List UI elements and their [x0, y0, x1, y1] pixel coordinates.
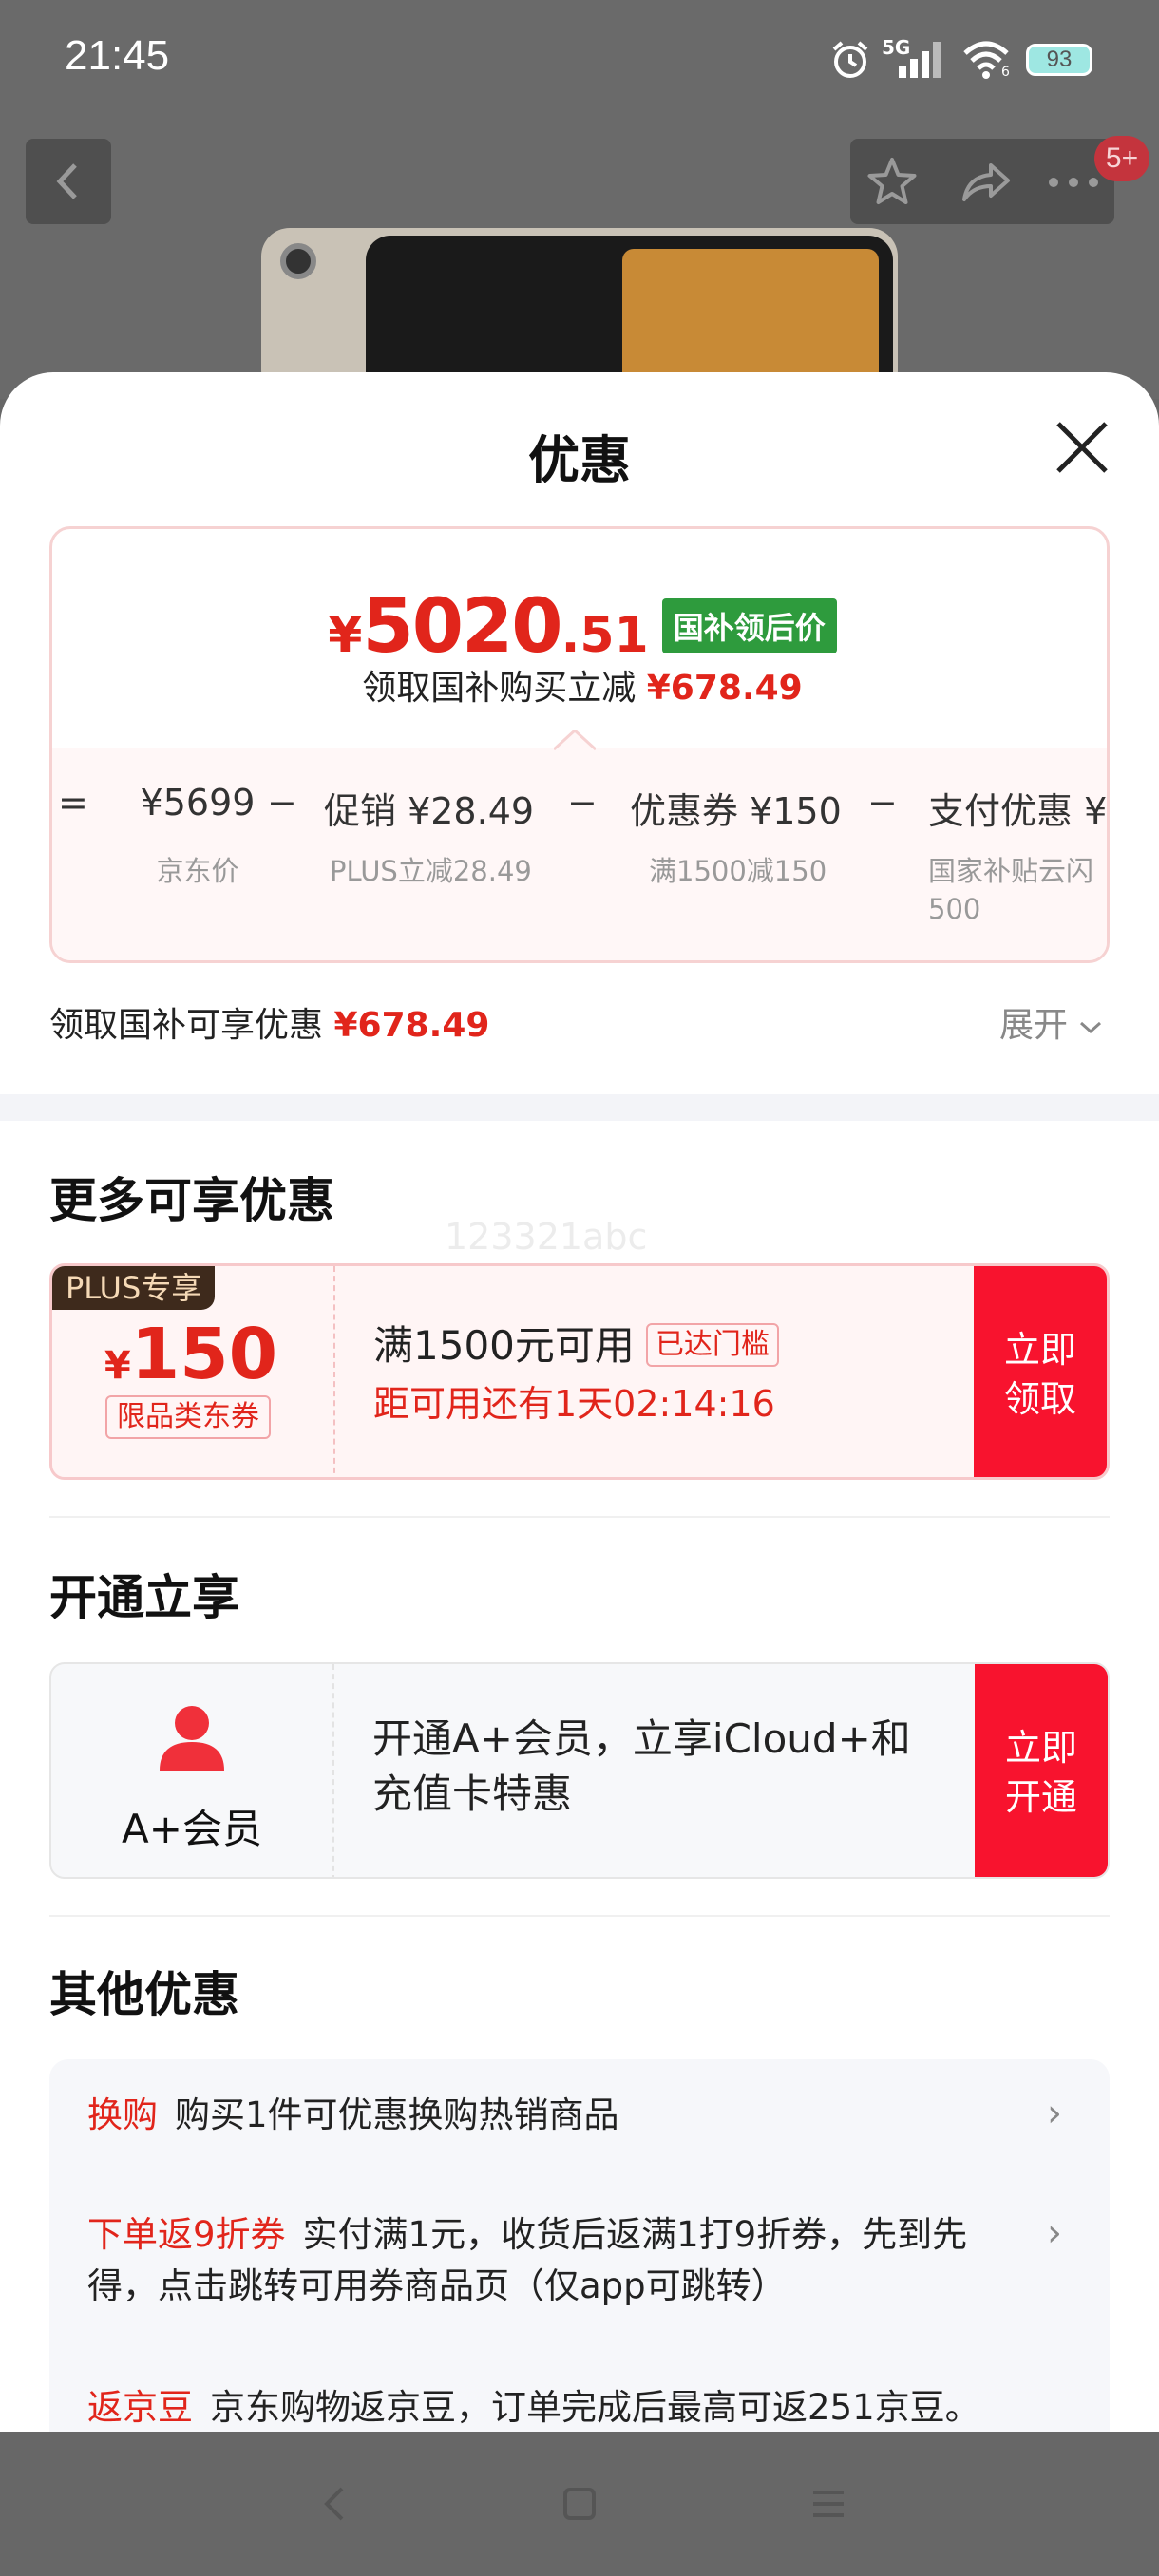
nav-actions — [850, 139, 1114, 224]
close-icon[interactable] — [1053, 418, 1112, 477]
breakdown-op-equals: = — [58, 782, 88, 824]
breakdown-promotion-label: PLUS立减28.49 — [330, 855, 532, 887]
member-card: A+会员 开通A+会员，立享iCloud+和充值卡特惠 立即开通 — [49, 1662, 1110, 1879]
breakdown-jd-price-label: 京东价 — [156, 855, 239, 887]
status-time: 21:45 — [65, 32, 170, 79]
breakdown-coupon: 优惠券 ¥150 — [630, 790, 842, 832]
breakdown-coupon-label: 满1500减150 — [649, 855, 827, 887]
section-title-other: 其他优惠 — [49, 1967, 239, 2022]
member-description: 开通A+会员，立享iCloud+和充值卡特惠 — [372, 1715, 911, 1817]
coupon-card: PLUS专享 ¥150 限品类东券 满1500元可用 已达门槛 距可用还有1天02… — [49, 1263, 1110, 1480]
sheet-title: 优惠 — [528, 430, 631, 490]
offer-item-jingdou[interactable]: 返京豆 京东购物返京豆，订单完成后最高可返251京豆。 — [87, 2382, 1028, 2432]
price-decimal: .51 — [560, 607, 649, 664]
breakdown-promotion: 促销 ¥28.49 — [324, 790, 535, 832]
message-badge: 5+ — [1094, 136, 1150, 181]
other-offers-list: 换购 购买1件可优惠换购热销商品 › 下单返9折券 实付满1元，收货后返满1打9折券… — [49, 2059, 1110, 2432]
coupon-divider — [333, 1266, 335, 1477]
section-title-open: 开通立享 — [49, 1570, 239, 1625]
plus-exclusive-tag: PLUS专享 — [52, 1266, 216, 1310]
subtitle-amount: ¥678.49 — [646, 669, 803, 708]
section-title-more: 更多可享优惠 — [49, 1173, 334, 1228]
coupon-kind: 限品类东券 — [105, 1395, 271, 1439]
claim-coupon-label: 立即领取 — [1003, 1329, 1076, 1420]
breakdown-payment: 支付优惠 ¥ — [928, 790, 1108, 832]
expand-button[interactable]: 展开 — [999, 997, 1103, 1047]
claim-coupon-button[interactable]: 立即领取 — [974, 1266, 1107, 1477]
threshold-reached-badge: 已达门槛 — [645, 1323, 779, 1367]
member-icon — [160, 1706, 224, 1771]
coupon-amount: ¥150 — [52, 1314, 330, 1395]
chevron-right-icon: › — [1047, 2211, 1062, 2255]
offer-text: 购买1件可优惠换购热销商品 — [175, 2094, 619, 2135]
member-label: A+会员 — [122, 1806, 262, 1852]
offer-item-coupon-return[interactable]: 下单返9折券 实付满1元，收货后返满1打9折券，先到先得，点击跳转可用券商品页（仅… — [87, 2209, 1028, 2312]
back-button[interactable] — [26, 139, 111, 224]
open-membership-label: 立即开通 — [1004, 1727, 1077, 1818]
price-subtitle: 领取国补购买立减 ¥678.49 — [52, 660, 1107, 710]
coupon-value: 150 — [130, 1314, 278, 1395]
offer-text: 京东购物返京豆，订单完成后最高可返251京豆。 — [210, 2387, 980, 2428]
coupon-condition: 满1500元可用 已达门槛 — [373, 1314, 779, 1372]
section-divider — [0, 1094, 1159, 1121]
battery-indicator: 93 — [1026, 44, 1092, 76]
offer-tag: 返京豆 — [87, 2387, 193, 2428]
coupon-countdown: 距可用还有1天02:14:16 — [373, 1383, 775, 1425]
final-price: ¥5020.51 国补领后价 — [52, 584, 1107, 670]
system-menu-icon[interactable] — [809, 2485, 847, 2523]
system-navigation-bar — [0, 2432, 1159, 2576]
member-divider — [332, 1664, 334, 1877]
price-card: ¥5020.51 国补领后价 领取国补购买立减 ¥678.49 = ¥5699 京… — [49, 526, 1110, 963]
receive-amount: ¥678.49 — [333, 1006, 490, 1045]
camera-lens — [280, 243, 316, 279]
alarm-icon — [832, 41, 868, 78]
breakdown-payment-label: 国家补贴云闪 500 — [928, 855, 1094, 925]
coupon-condition-text: 满1500元可用 — [373, 1322, 635, 1369]
price-integer: 5020 — [362, 584, 562, 670]
expand-label: 展开 — [999, 1006, 1069, 1045]
breakdown-op-minus: − — [867, 782, 898, 824]
share-icon[interactable] — [957, 154, 1014, 211]
price-currency: ¥ — [328, 607, 363, 664]
star-icon[interactable] — [864, 154, 921, 211]
coupon-currency: ¥ — [104, 1344, 131, 1388]
chevron-down-icon — [1080, 1021, 1102, 1034]
chevron-left-icon — [56, 163, 77, 199]
system-back-icon[interactable] — [317, 2481, 352, 2527]
breakdown-op-minus: − — [567, 782, 598, 824]
system-home-icon[interactable] — [560, 2485, 598, 2523]
breakdown-jd-price: ¥5699 — [140, 782, 256, 824]
watermark: 123321abc — [445, 1216, 648, 1258]
offer-tag: 换购 — [87, 2094, 158, 2135]
open-membership-button[interactable]: 立即开通 — [975, 1664, 1108, 1877]
breakdown-op-minus: − — [267, 782, 297, 824]
offer-item-trade-in[interactable]: 换购 购买1件可优惠换购热销商品 — [87, 2090, 1028, 2141]
subtitle-label: 领取国补购买立减 — [362, 669, 636, 708]
divider — [49, 1516, 1110, 1518]
chevron-right-icon: › — [1047, 2092, 1062, 2135]
discount-sheet: 优惠 ¥5020.51 国补领后价 领取国补购买立减 ¥678.49 = ¥569… — [0, 372, 1159, 2432]
status-bar: 21:45 5G 6 93 — [0, 0, 1159, 118]
wifi-label: 6 — [1001, 65, 1010, 80]
offer-tag: 下单返9折券 — [87, 2214, 286, 2255]
signal-icon — [899, 42, 940, 78]
national-subsidy-tag: 国补领后价 — [661, 598, 837, 653]
receive-subsidy-line: 领取国补可享优惠 ¥678.49 — [49, 997, 489, 1047]
pointer-arrow — [554, 730, 596, 751]
divider — [49, 1915, 1110, 1917]
receive-label: 领取国补可享优惠 — [49, 1006, 324, 1045]
